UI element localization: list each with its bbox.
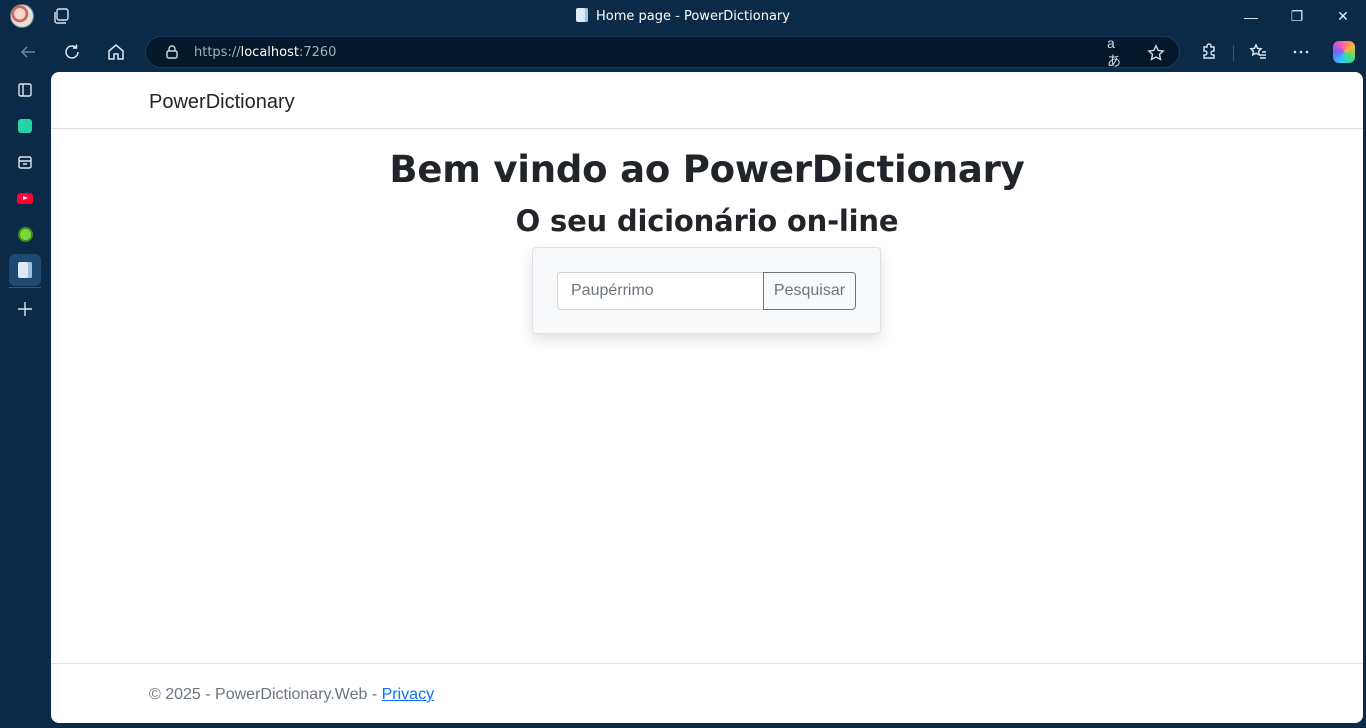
youtube-icon [17, 192, 33, 204]
favorites-button[interactable] [1244, 38, 1272, 66]
url-port: :7260 [298, 45, 337, 60]
sidebar-item-tools[interactable] [9, 146, 41, 178]
sidebar-item-collections[interactable] [9, 74, 41, 106]
sidebar-item-youtube[interactable] [9, 182, 41, 214]
sidebar-item-app-green[interactable] [9, 110, 41, 142]
title-bar: Home page - PowerDictionary — ❐ ✕ [0, 0, 1366, 33]
home-button[interactable] [102, 38, 130, 66]
brand-link[interactable]: PowerDictionary [149, 91, 295, 114]
site-footer: © 2025 - PowerDictionary.Web - Privacy [51, 663, 1363, 723]
browser-toolbar: https://localhost:7260 aあ [0, 33, 1366, 71]
site-navbar: PowerDictionary [51, 72, 1363, 129]
window-title: Home page - PowerDictionary [0, 8, 1366, 24]
address-bar[interactable]: https://localhost:7260 aあ [145, 35, 1180, 69]
url-host: localhost [240, 45, 299, 60]
read-aloud-icon[interactable]: aあ [1107, 35, 1127, 69]
refresh-icon [65, 44, 79, 59]
sidebar-item-app-lime[interactable] [9, 218, 41, 250]
back-button[interactable] [14, 38, 42, 66]
toolbox-icon [18, 156, 32, 169]
footer-text: © 2025 - PowerDictionary.Web - Privacy [149, 686, 434, 704]
app-green-icon [18, 119, 32, 133]
window-title-text: Home page - PowerDictionary [596, 9, 790, 24]
panel-icon [18, 83, 32, 97]
app-lime-icon [17, 226, 33, 242]
page-favicon-icon [576, 8, 589, 22]
browser-sidebar [0, 71, 51, 728]
url-text[interactable]: https://localhost:7260 [194, 45, 336, 60]
maximize-button[interactable]: ❐ [1274, 0, 1320, 33]
page-subtitle: O seu dicionário on-line [515, 204, 899, 238]
page-viewport: PowerDictionary Bem vindo ao PowerDictio… [51, 72, 1363, 723]
close-button[interactable]: ✕ [1320, 0, 1366, 33]
page-title: Bem vindo ao PowerDictionary [389, 148, 1025, 191]
url-scheme: https:// [194, 45, 241, 60]
extensions-button[interactable] [1195, 38, 1223, 66]
puzzle-icon [1203, 43, 1215, 59]
copilot-icon[interactable] [1333, 41, 1355, 63]
privacy-link[interactable]: Privacy [382, 686, 434, 703]
search-button[interactable]: Pesquisar [763, 272, 856, 310]
more-dots-icon [1293, 50, 1309, 54]
favorite-star-icon[interactable] [1146, 43, 1166, 63]
minimize-button[interactable]: — [1228, 0, 1274, 33]
copyright-text: © 2025 - PowerDictionary.Web - [149, 686, 382, 703]
sidebar-add-button[interactable] [9, 293, 41, 325]
sidebar-item-active-page[interactable] [9, 254, 41, 286]
sidebar-divider [9, 287, 41, 288]
search-form: Pesquisar [532, 247, 881, 334]
more-options-button[interactable] [1287, 38, 1315, 66]
favorites-list-icon [1249, 43, 1266, 59]
home-icon [108, 44, 124, 60]
search-input[interactable] [557, 272, 764, 310]
plus-icon [18, 302, 32, 316]
arrow-left-icon [20, 46, 35, 58]
toolbar-divider [1233, 45, 1234, 61]
page-icon [18, 262, 32, 278]
lock-icon[interactable] [164, 44, 180, 60]
refresh-button[interactable] [58, 38, 86, 66]
